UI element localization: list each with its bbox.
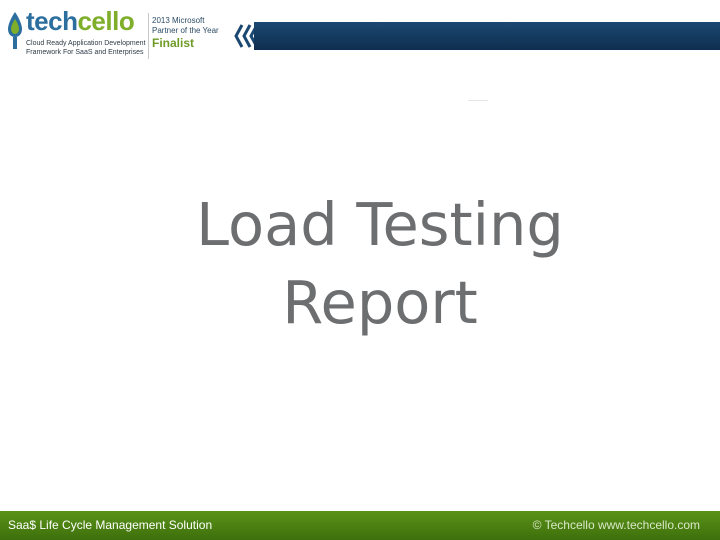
logo-wordmark: techcello bbox=[26, 6, 135, 36]
slide-title-line2: Report bbox=[282, 268, 478, 337]
double-chevron-left-icon bbox=[234, 24, 256, 48]
techcello-logo: techcello Cloud Ready Application Develo… bbox=[4, 6, 244, 62]
slide-title: Load Testing Report bbox=[150, 186, 610, 342]
logo-divider bbox=[148, 13, 149, 59]
logo-tagline-line1: Cloud Ready Application Development bbox=[26, 40, 146, 47]
divider-mark bbox=[468, 100, 488, 101]
logo-tagline: Cloud Ready Application Development Fram… bbox=[26, 39, 145, 57]
award-badge: 2013 Microsoft Partner of the Year Final… bbox=[152, 16, 219, 50]
slide: techcello Cloud Ready Application Develo… bbox=[0, 0, 720, 540]
logo-wordmark-cello: cello bbox=[77, 6, 135, 36]
drop-icon bbox=[8, 12, 22, 49]
award-category: Partner of the Year bbox=[152, 26, 219, 35]
award-finalist: Finalist bbox=[152, 36, 195, 50]
slide-title-line1: Load Testing bbox=[196, 190, 564, 259]
header-bar bbox=[254, 22, 720, 50]
footer-tagline: Saa$ Life Cycle Management Solution bbox=[8, 518, 213, 532]
award-year: 2013 Microsoft bbox=[152, 16, 205, 25]
logo-wordmark-tech: tech bbox=[26, 6, 78, 36]
footer-copyright: © Techcello www.techcello.com bbox=[532, 518, 700, 532]
logo-tagline-line2: Framework For SaaS and Enterprises bbox=[26, 49, 144, 56]
footer-bar: Saa$ Life Cycle Management Solution © Te… bbox=[0, 511, 720, 540]
